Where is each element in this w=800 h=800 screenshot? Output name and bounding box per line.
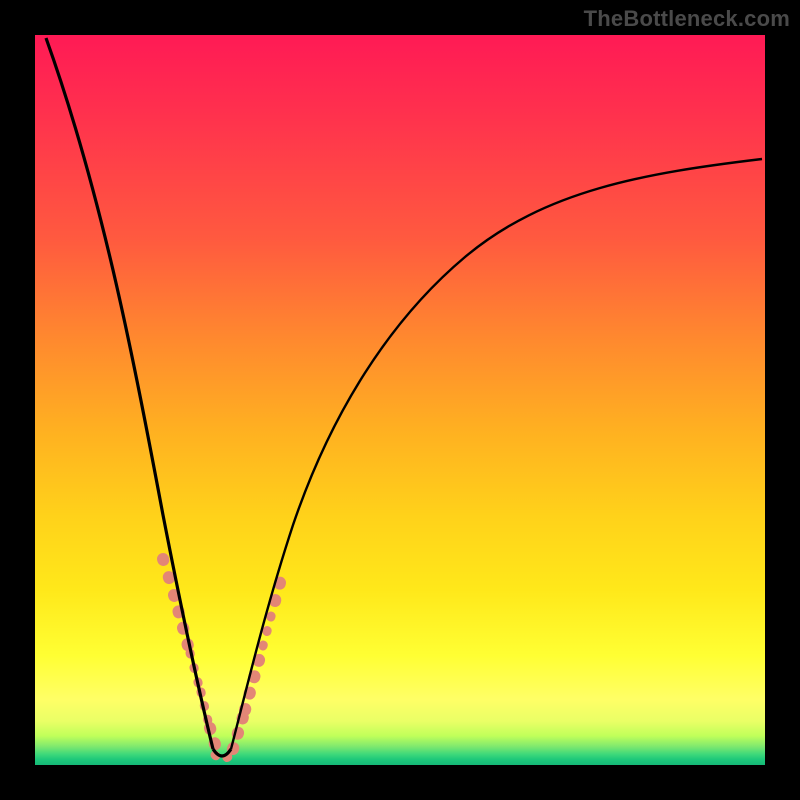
watermark-text: TheBottleneck.com bbox=[584, 6, 790, 32]
highlight-dots-group bbox=[163, 559, 284, 759]
curve-left-branch bbox=[46, 38, 213, 749]
curve-right-branch bbox=[231, 159, 762, 749]
bottleneck-curve bbox=[35, 35, 765, 765]
outer-frame: TheBottleneck.com bbox=[0, 0, 800, 800]
chart-area bbox=[35, 35, 765, 765]
